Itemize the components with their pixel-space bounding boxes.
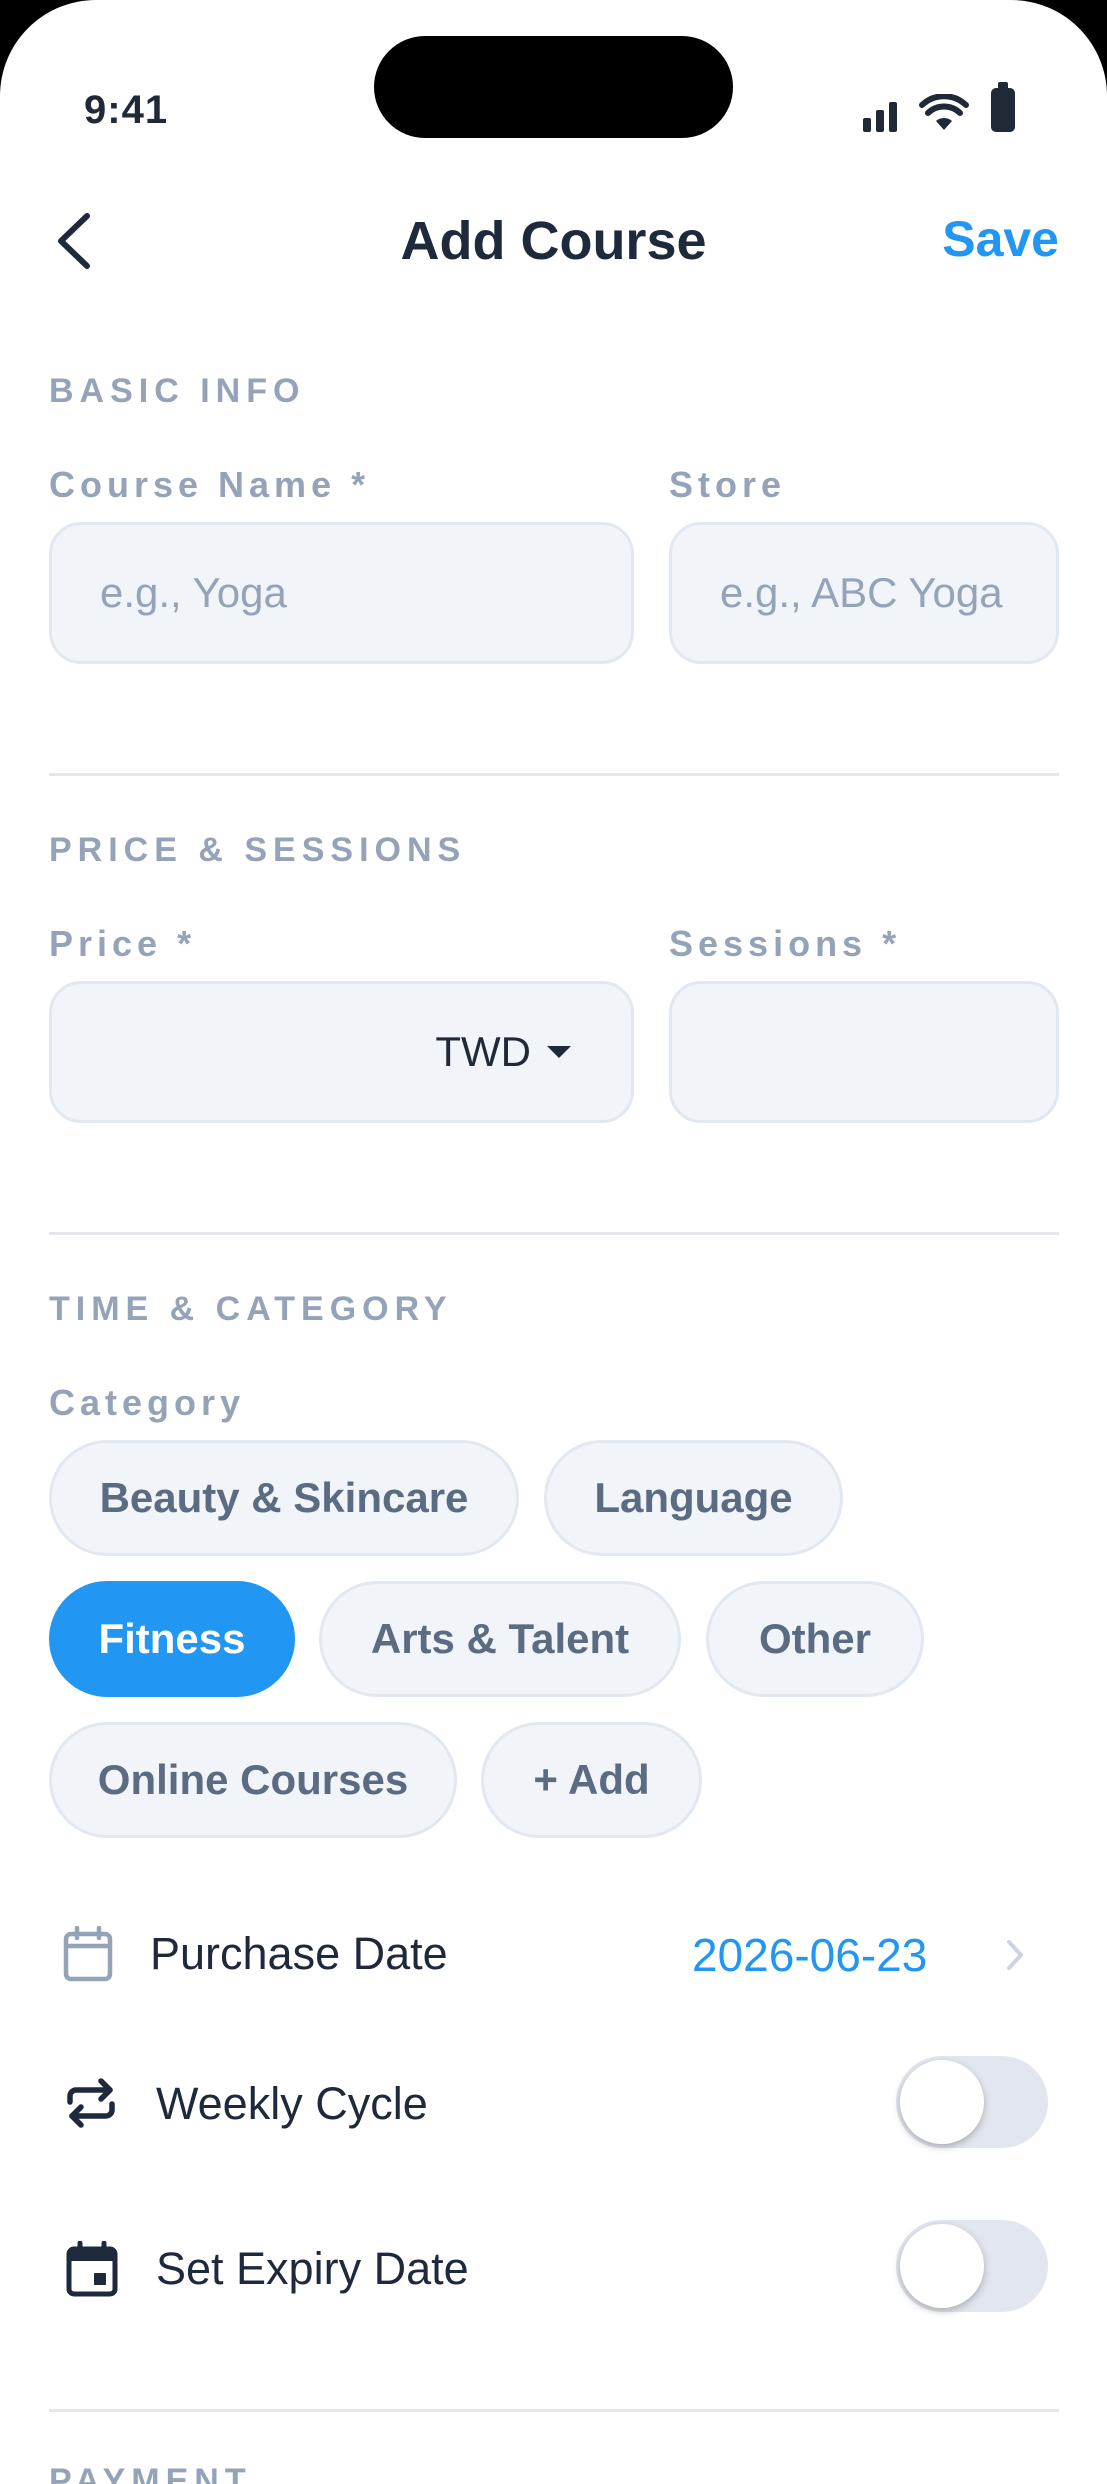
add-category-button[interactable]: + Add (481, 1722, 702, 1838)
status-time: 9:41 (84, 88, 169, 132)
section-title-time-category: TIME & CATEGORY (49, 1290, 453, 1328)
section-title-price-sessions: PRICE & SESSIONS (49, 831, 467, 869)
status-icons (863, 82, 1015, 132)
purchase-date-value[interactable]: 2026-06-23 (692, 1928, 927, 1982)
store-label: Store (669, 464, 787, 505)
currency-select[interactable]: TWD (435, 984, 571, 1120)
cellular-signal-icon (863, 94, 897, 132)
dynamic-island (374, 36, 733, 138)
divider (49, 773, 1059, 776)
category-chip-arts-talent[interactable]: Arts & Talent (319, 1581, 681, 1697)
currency-value: TWD (435, 1028, 531, 1075)
store-placeholder: e.g., ABC Yoga (720, 569, 1003, 616)
save-button[interactable]: Save (942, 210, 1059, 268)
purchase-date-label: Purchase Date (150, 1928, 448, 1979)
category-chip-beauty-skincare[interactable]: Beauty & Skincare (49, 1440, 519, 1556)
category-label: Category (49, 1382, 246, 1423)
weekly-cycle-toggle[interactable] (896, 2056, 1048, 2148)
price-input[interactable]: TWD (49, 981, 634, 1123)
category-chip-online-courses[interactable]: Online Courses (49, 1722, 457, 1838)
course-name-input[interactable]: e.g., Yoga (49, 522, 634, 664)
category-chip-fitness[interactable]: Fitness (49, 1581, 295, 1697)
section-title-basic-info: BASIC INFO (49, 372, 306, 410)
battery-icon (991, 82, 1015, 132)
weekly-cycle-label: Weekly Cycle (156, 2078, 428, 2129)
calendar-event-icon (64, 2239, 120, 2299)
phone-screen: 9:41 Add Course Save BASIC INFO Course N… (0, 0, 1107, 2484)
toggle-knob (900, 2060, 984, 2144)
chevron-right-icon (1007, 1940, 1023, 1970)
page-title: Add Course (400, 211, 707, 271)
sessions-input[interactable] (669, 981, 1059, 1123)
divider (49, 2409, 1059, 2412)
course-name-label: Course Name * (49, 464, 371, 505)
category-chip-other[interactable]: Other (706, 1581, 924, 1697)
sessions-label: Sessions * (669, 923, 902, 964)
calendar-icon (60, 1924, 116, 1984)
wifi-icon (919, 94, 969, 130)
section-title-payment: PAYMENT (49, 2462, 252, 2484)
store-input[interactable]: e.g., ABC Yoga (669, 522, 1059, 664)
set-expiry-date-label: Set Expiry Date (156, 2243, 469, 2294)
price-label: Price * (49, 923, 197, 964)
toggle-knob (900, 2224, 984, 2308)
divider (49, 1232, 1059, 1235)
course-name-placeholder: e.g., Yoga (100, 569, 287, 616)
set-expiry-date-toggle[interactable] (896, 2220, 1048, 2312)
caret-down-icon (547, 1046, 571, 1058)
repeat-icon (62, 2074, 120, 2132)
category-chip-language[interactable]: Language (544, 1440, 843, 1556)
